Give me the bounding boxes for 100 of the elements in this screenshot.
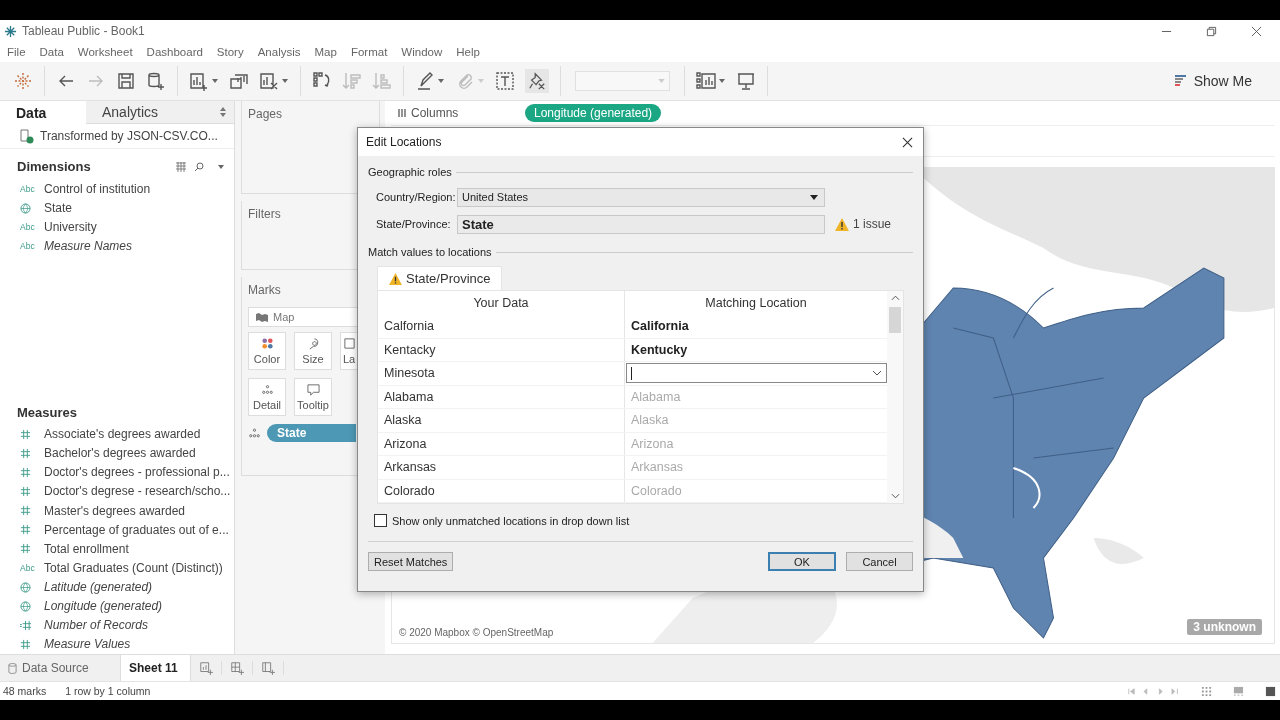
field-name[interactable]: State (44, 201, 73, 216)
dialog-title: Edit Locations (366, 135, 442, 149)
text-box-icon[interactable] (495, 71, 515, 91)
field-name[interactable]: Total Graduates (Count (Distinct)) (44, 560, 223, 575)
field-name[interactable]: Doctor's degrese - research/scho... (44, 484, 231, 499)
field-name[interactable]: Bachelor's degrees awarded (44, 446, 196, 461)
grid-view-icon[interactable] (176, 161, 186, 172)
issue-count[interactable]: 1 issue (853, 217, 892, 231)
ok-button[interactable]: OK (768, 552, 836, 571)
field-name[interactable]: Doctor's degrees - professional p... (44, 465, 230, 480)
table-cell[interactable]: Kentucky (625, 342, 887, 357)
duplicate-chart-icon[interactable] (229, 71, 249, 91)
menu-item[interactable]: Help (456, 46, 480, 58)
field-name[interactable]: Percentage of graduates out of e... (44, 522, 229, 537)
globe-icon (20, 202, 31, 214)
globe-icon (20, 581, 31, 593)
pin-icon[interactable] (525, 69, 549, 93)
scroll-thumb[interactable] (889, 307, 901, 333)
label-button[interactable]: La (340, 332, 358, 370)
table-cell: Alabama (378, 385, 625, 408)
field-name[interactable]: Measure Values (44, 637, 131, 652)
detail-button[interactable]: Detail (248, 378, 286, 416)
save-icon[interactable] (116, 71, 136, 91)
field-name[interactable]: Control of institution (44, 182, 151, 196)
menu-item[interactable]: Format (350, 46, 388, 58)
location-tab[interactable]: State/Province (377, 266, 502, 290)
field-name[interactable]: University (44, 220, 97, 235)
caret-icon[interactable] (218, 164, 224, 169)
presentation-icon[interactable] (736, 71, 756, 91)
scroll-up-icon[interactable] (890, 295, 900, 301)
table-cell[interactable]: California (625, 319, 887, 334)
show-me-button[interactable]: Show Me (1165, 69, 1260, 93)
scroll-down-icon[interactable] (890, 493, 900, 499)
add-database-icon[interactable] (146, 71, 166, 91)
window-title: Tableau Public - Book1 (22, 24, 145, 38)
table-cell: Arkansas (378, 456, 625, 479)
table-cell: Kentacky (378, 338, 625, 361)
sort-arrows-icon[interactable] (220, 107, 226, 118)
field-name[interactable]: Number of Records (44, 618, 149, 633)
database-icon (8, 662, 17, 674)
film-strip-icon[interactable] (1233, 685, 1244, 697)
sheet-tab[interactable]: Sheet 11 (121, 655, 191, 681)
menu-item[interactable]: Dashboard (146, 46, 203, 58)
field-name[interactable]: Latitude (generated) (44, 580, 153, 595)
color-dots-icon (260, 337, 274, 350)
card-title: Marks (248, 283, 281, 297)
checkbox-label[interactable]: Show only unmatched locations in drop down list (392, 514, 630, 527)
number-sign-icon (20, 428, 31, 440)
field-name[interactable]: Master's degrees awarded (44, 503, 186, 518)
menu-item[interactable]: Worksheet (77, 46, 133, 58)
field-name[interactable]: Longitude (generated) (44, 599, 163, 614)
group-title: Match values to locations (368, 246, 492, 258)
chart-cards-icon[interactable] (696, 71, 716, 91)
number-sign-icon (20, 505, 31, 517)
close-icon[interactable] (1251, 25, 1262, 37)
card-title: Filters (248, 207, 281, 221)
caret-icon[interactable] (810, 194, 818, 200)
search-icon[interactable] (194, 161, 204, 172)
menu-item[interactable]: Story (216, 46, 244, 58)
menu-item[interactable]: Window (401, 46, 443, 58)
size-button[interactable]: Size (294, 332, 332, 370)
single-view-icon[interactable] (1265, 685, 1276, 697)
column-header[interactable]: Matching Location (625, 296, 887, 310)
menu-item[interactable]: Analysis (257, 46, 301, 58)
restore-icon[interactable] (1206, 25, 1217, 37)
menu-item[interactable]: Map (314, 46, 337, 58)
warning-icon (389, 272, 402, 285)
warning-icon (835, 217, 849, 231)
field-name[interactable]: Associate's degrees awarded (44, 427, 201, 442)
close-icon[interactable] (902, 136, 913, 148)
pane-tab[interactable]: Analytics (86, 101, 234, 125)
add-chart-icon[interactable] (189, 71, 209, 91)
scrollbar[interactable] (887, 291, 903, 503)
checkbox[interactable] (374, 514, 387, 527)
data-source-name[interactable]: Transformed by JSON-CSV.CO... (40, 129, 218, 144)
reset-matches-button[interactable]: Reset Matches (368, 552, 454, 571)
number-sign-icon (20, 638, 31, 650)
label-icon (343, 337, 356, 350)
group-title: Geographic roles (368, 166, 452, 178)
clear-chart-icon[interactable] (259, 71, 279, 91)
field-name[interactable]: Total enrollment (44, 541, 129, 556)
tooltip-button[interactable]: Tooltip (294, 378, 332, 416)
cancel-button[interactable]: Cancel (846, 552, 913, 571)
text-type-icon: Abc (20, 184, 44, 194)
number-sign-icon (20, 543, 31, 555)
field-name[interactable]: Measure Names (44, 239, 133, 254)
card-title: Pages (248, 107, 283, 121)
grid-view-icon[interactable] (1201, 685, 1212, 697)
detail-icon (248, 428, 261, 438)
tableau-logo-icon[interactable] (13, 71, 33, 91)
map-attribution: © 2020 Mapbox © OpenStreetMap (399, 627, 554, 638)
field-label: State/Province: (376, 218, 452, 230)
menu-item[interactable]: Data (39, 46, 64, 58)
chevron-down-icon[interactable] (872, 370, 882, 377)
country-dropdown[interactable]: United States (457, 187, 825, 207)
highlighter-icon[interactable] (415, 71, 435, 91)
speech-bubble-icon (306, 383, 320, 396)
menu-item[interactable]: File (7, 46, 26, 58)
location-combo-field[interactable] (626, 363, 887, 384)
color-button[interactable]: Color (248, 332, 286, 370)
